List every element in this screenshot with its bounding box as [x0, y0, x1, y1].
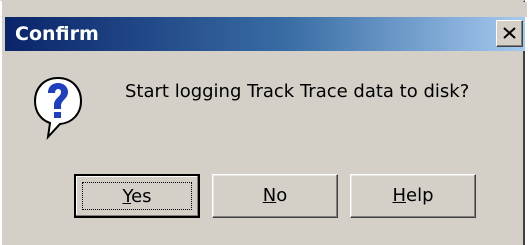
window-top-edge [2, 2, 527, 17]
close-button[interactable] [496, 20, 523, 47]
close-icon [503, 27, 516, 39]
no-button-label: o [276, 185, 288, 206]
yes-button-focus-rect: Yes [82, 182, 192, 210]
yes-button-mnemonic: Y [122, 186, 132, 207]
confirm-dialog: Confirm Start logging Track Trace data t… [0, 0, 527, 245]
no-button-mnemonic: N [262, 185, 277, 206]
yes-button-label: es [131, 186, 152, 207]
question-icon [33, 76, 83, 141]
help-button-mnemonic: H [392, 185, 407, 206]
message-text: Start logging Track Trace data to disk? [125, 81, 470, 102]
help-button[interactable]: Help [350, 174, 476, 218]
help-button-label: elp [406, 185, 434, 206]
title-bar[interactable]: Confirm [5, 17, 525, 51]
window-title: Confirm [15, 23, 99, 45]
no-button[interactable]: No [212, 174, 338, 218]
yes-button[interactable]: Yes [74, 174, 200, 218]
